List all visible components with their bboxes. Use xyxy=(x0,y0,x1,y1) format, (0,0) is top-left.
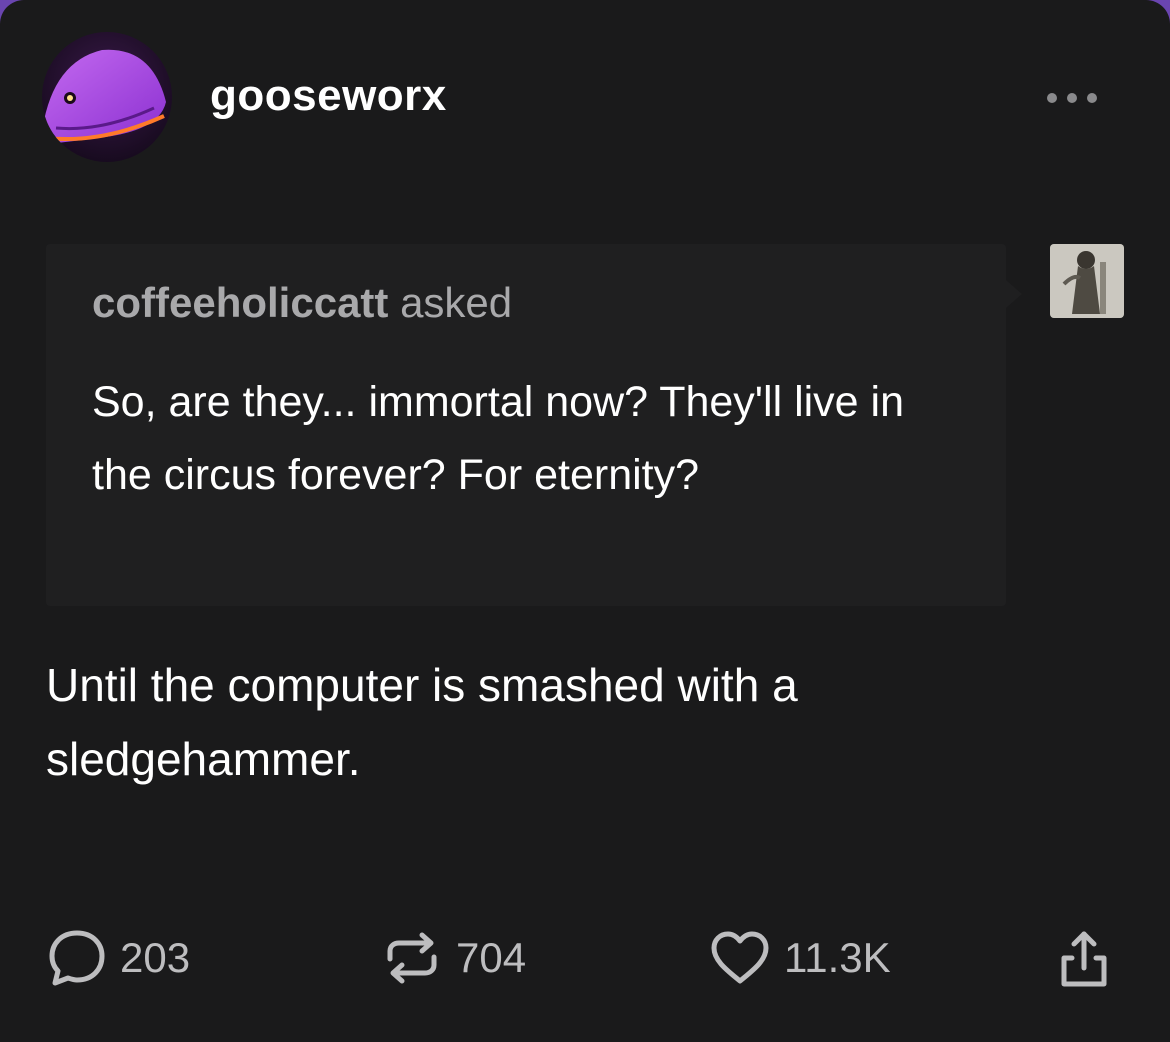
reblogs-count: 704 xyxy=(456,934,527,981)
heart-icon xyxy=(711,931,769,984)
like-button[interactable]: 11.3K xyxy=(708,926,891,990)
comments-button[interactable]: 203 xyxy=(46,926,190,990)
likes-count: 11.3K xyxy=(784,934,891,981)
ask-question: So, are they... immortal now? They'll li… xyxy=(92,378,905,499)
more-options-icon[interactable] xyxy=(1042,86,1106,110)
ask-header: coffeeholiccatt asked xyxy=(92,282,512,324)
reblog-button[interactable]: 704 xyxy=(380,926,526,990)
comments-count: 203 xyxy=(120,934,191,981)
reblog-arrows-icon xyxy=(387,932,437,984)
asker-username[interactable]: coffeeholiccatt xyxy=(92,279,388,326)
comment-bubble-icon xyxy=(49,930,105,986)
author-username[interactable]: gooseworx xyxy=(210,74,447,118)
post-card: gooseworx coffeeholiccatt asked So, are … xyxy=(0,0,1170,1042)
share-upload-icon xyxy=(1061,931,1107,987)
asker-avatar[interactable] xyxy=(1050,244,1124,318)
author-avatar[interactable] xyxy=(42,32,172,162)
ask-bubble-tail xyxy=(1006,280,1022,308)
answer-text: Until the computer is smashed with a sle… xyxy=(46,659,798,785)
share-button[interactable] xyxy=(1052,926,1116,990)
asked-label: asked xyxy=(400,279,513,326)
